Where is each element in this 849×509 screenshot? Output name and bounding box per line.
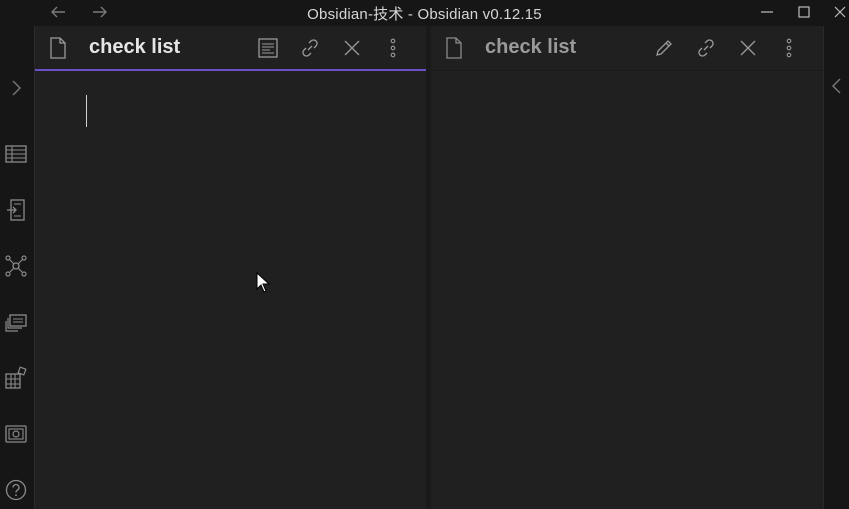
ribbon-camera-button[interactable] [4,422,28,446]
right-file-icon-wrap [442,36,466,60]
left-editor[interactable] [35,71,427,509]
book-icon [258,38,278,58]
text-caret [86,95,87,127]
right-pane: check list [431,26,823,509]
import-icon [7,199,25,221]
ribbon-graph-button[interactable] [4,254,28,278]
file-icon [446,37,462,59]
more-vertical-icon [390,38,396,58]
blocks-icon [5,366,27,389]
help-icon [5,479,27,501]
right-pane-title[interactable]: check list [485,36,576,59]
close-icon [740,40,756,56]
left-close-pane-button[interactable] [340,36,364,60]
close-icon [344,40,360,56]
left-pane: check list [34,26,427,509]
ribbon-cards-button[interactable] [4,310,28,334]
link-icon [302,39,318,57]
right-link-button[interactable] [694,36,718,60]
more-vertical-icon [786,38,792,58]
mouse-pointer-icon [256,271,271,293]
left-link-button[interactable] [298,36,322,60]
close-window-button[interactable] [826,0,849,24]
ribbon-blocks-button[interactable] [4,366,28,390]
reading-view-button[interactable] [256,36,280,60]
title-bar: Obsidian-技术 - Obsidian v0.12.15 [0,0,849,26]
ribbon-import-button[interactable] [4,198,28,222]
right-ribbon [823,26,849,509]
expand-left-sidebar-button[interactable] [4,76,28,100]
left-ribbon [0,26,34,509]
cards-icon [5,314,27,332]
left-more-options-button[interactable] [381,36,405,60]
ribbon-table-button[interactable] [4,142,28,166]
minimize-icon [761,11,773,13]
pencil-icon [656,40,672,56]
edit-mode-button[interactable] [652,36,676,60]
left-pane-title[interactable]: check list [89,36,180,59]
right-preview[interactable] [431,71,823,509]
file-icon [50,37,66,59]
maximize-button[interactable] [790,0,818,24]
mouse-pointer [256,271,271,299]
left-pane-header: check list [35,26,427,71]
link-icon [698,39,714,57]
table-icon [5,145,27,163]
window-title: Obsidian-技术 - Obsidian v0.12.15 [307,6,542,23]
obsidian-window: Obsidian-技术 - Obsidian v0.12.15 check li… [0,0,849,509]
right-pane-header: check list [431,26,823,71]
minimize-button[interactable] [753,0,781,24]
left-file-icon-wrap [46,36,70,60]
close-icon [834,6,846,18]
camera-icon [5,425,27,443]
chevron-right-icon [12,80,21,96]
right-more-options-button[interactable] [777,36,801,60]
maximize-icon [798,6,810,18]
chevron-left-icon [832,78,841,94]
expand-right-sidebar-button[interactable] [830,76,844,100]
help-button[interactable] [4,478,28,502]
right-close-pane-button[interactable] [736,36,760,60]
graph-icon [5,255,27,277]
